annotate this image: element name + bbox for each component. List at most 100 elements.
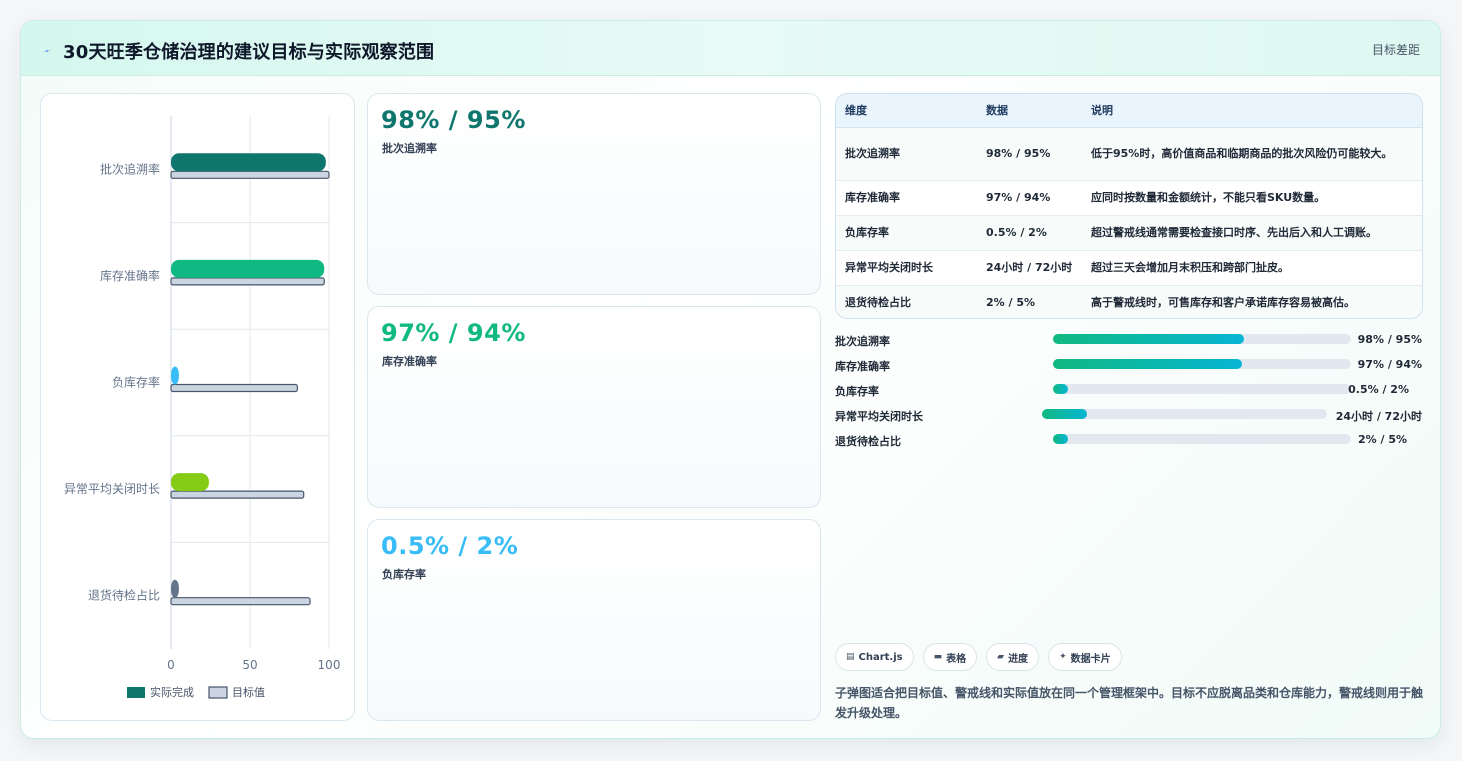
progress-track — [1053, 334, 1351, 344]
table-cell: 应同时按数量和金额统计，不能只看SKU数量。 — [1082, 180, 1422, 216]
kpi-card-trace: 98% / 95% 批次追溯率 — [367, 93, 821, 295]
actual-bar — [171, 473, 209, 492]
y-tick-label: 负库存率 — [112, 375, 160, 390]
pill-label: 数据卡片 — [1070, 653, 1111, 665]
pill-data-card[interactable]: ✦ 数据卡片 — [1048, 643, 1122, 671]
y-tick-label: 异常平均关闭时长 — [64, 482, 160, 496]
table-cell: 低于95%时，高价值商品和临期商品的批次风险仍可能较大。 — [1082, 127, 1422, 181]
table-row: 退货待检占比 2% / 5% 高于警戒线时，可售库存和客户承诺库存容易被高估。 — [836, 285, 1422, 318]
column-header: 说明 — [1082, 94, 1422, 128]
table-cell: 超过三天会增加月末积压和跨部门扯皮。 — [1082, 250, 1422, 286]
target-bar — [170, 597, 311, 606]
table-row: 库存准确率 97% / 94% 应同时按数量和金额统计，不能只看SKU数量。 — [836, 180, 1422, 216]
main-card: 30天旺季仓储治理的建议目标与实际观察范围 目标差距 批次追溯率 库存准确率 负库存… — [20, 20, 1441, 739]
page-title: 30天旺季仓储治理的建议目标与实际观察范围 — [63, 42, 435, 63]
table-cell: 0.5% / 2% — [977, 215, 1082, 251]
progress-row: 负库存率 0.5% / 2% — [835, 379, 1425, 404]
table-cell: 24小时 / 72小时 — [977, 250, 1082, 286]
pill-label: 进度 — [1008, 653, 1029, 665]
table-row: 批次追溯率 98% / 95% 低于95%时，高价值商品和临期商品的批次风险仍可… — [836, 127, 1422, 181]
table-cell: 超过警戒线通常需要检查接口时序、先出后入和人工调账。 — [1082, 215, 1422, 251]
progress-value: 2% / 5% — [1357, 433, 1407, 446]
actual-bar — [171, 153, 326, 172]
title-wrap: 30天旺季仓储治理的建议目标与实际观察范围 — [41, 38, 434, 64]
column-header: 维度 — [836, 94, 977, 128]
progress-row: 批次追溯率 98% / 95% — [835, 329, 1425, 354]
pill-table[interactable]: ▬ 表格 — [922, 643, 978, 671]
table-cell: 库存准确率 — [836, 180, 977, 216]
kpi-value: 98% / 95% — [381, 106, 526, 134]
progress-track — [1053, 434, 1351, 444]
progress-list: 批次追溯率 98% / 95% 库存准确率 97% / 94% 负库存率 0.5… — [835, 329, 1425, 454]
progress-row: 库存准确率 97% / 94% — [835, 354, 1425, 379]
progress-track — [1053, 359, 1351, 369]
progress-row: 异常平均关闭时长 24小时 / 72小时 — [835, 404, 1425, 429]
table-cell: 异常平均关闭时长 — [836, 250, 977, 286]
bullet-chart: 批次追溯率库存准确率负库存率异常平均关闭时长退货待检占比 0 50 100 实际完成 目标… — [64, 116, 341, 699]
kpi-label: 负库存率 — [382, 568, 426, 581]
x-tick-label: 100 — [318, 658, 341, 672]
progress-label: 退货待检占比 — [835, 435, 901, 448]
kpi-card-accuracy: 97% / 94% 库存准确率 — [367, 306, 821, 508]
pill-chartjs[interactable]: ▤ Chart.js — [835, 643, 914, 671]
x-tick-label: 50 — [242, 658, 257, 672]
tag-pills: ▤ Chart.js ▬ 表格 ▰ 进度 ✦ 数据卡片 — [835, 643, 1122, 671]
progress-label: 异常平均关闭时长 — [835, 410, 923, 423]
kpi-card-negative: 0.5% / 2% 负库存率 — [367, 519, 821, 721]
target-bar — [170, 277, 325, 286]
progress-icon: ▰ — [997, 652, 1005, 662]
y-tick-label: 批次追溯率 — [100, 161, 160, 176]
target-gap-link[interactable]: 目标差距 — [1372, 41, 1420, 58]
progress-fill — [1053, 384, 1068, 394]
metrics-table-panel: 维度 数据 说明 批次追溯率 98% / 95% 低于95%时，高价值商品和临期… — [835, 93, 1423, 319]
progress-row: 退货待检占比 2% / 5% — [835, 429, 1425, 454]
kpi-value: 0.5% / 2% — [381, 532, 519, 560]
progress-fill — [1042, 409, 1087, 419]
legend-label-actual: 实际完成 — [150, 685, 194, 699]
table-cell: 2% / 5% — [977, 285, 1082, 318]
column-header: 数据 — [977, 94, 1082, 128]
chart-icon: ▤ — [846, 652, 855, 662]
actual-bar — [171, 579, 179, 598]
bolt-icon — [42, 49, 52, 53]
progress-track — [1053, 384, 1351, 394]
footnote: 子弹图适合把目标值、警戒线和实际值放在同一个管理框架中。目标不应脱离品类和仓库能… — [835, 686, 1424, 720]
card-header: 30天旺季仓储治理的建议目标与实际观察范围 目标差距 — [21, 21, 1440, 76]
table-row: 异常平均关闭时长 24小时 / 72小时 超过三天会增加月末积压和跨部门扯皮。 — [836, 250, 1422, 286]
actual-bar — [171, 259, 325, 278]
progress-fill — [1053, 359, 1243, 369]
progress-value: 0.5% / 2% — [1348, 383, 1409, 396]
legend-label-target: 目标值 — [232, 685, 265, 699]
actual-bar — [171, 366, 179, 385]
pill-progress[interactable]: ▰ 进度 — [986, 643, 1040, 671]
progress-label: 库存准确率 — [835, 360, 890, 373]
table-header-row: 维度 数据 说明 — [836, 94, 1422, 128]
progress-value: 98% / 95% — [1357, 333, 1422, 346]
table-cell: 批次追溯率 — [836, 127, 977, 181]
table-cell: 退货待检占比 — [836, 285, 977, 318]
table-row: 负库存率 0.5% / 2% 超过警戒线通常需要检查接口时序、先出后入和人工调账… — [836, 215, 1422, 251]
metrics-table: 维度 数据 说明 批次追溯率 98% / 95% 低于95%时，高价值商品和临期… — [836, 94, 1422, 318]
target-bar — [170, 383, 299, 393]
y-tick-label: 退货待检占比 — [88, 588, 160, 603]
pill-label: 表格 — [946, 653, 967, 665]
table-cell: 高于警戒线时，可售库存和客户承诺库存容易被高估。 — [1082, 285, 1422, 318]
x-tick-label: 0 — [167, 658, 175, 672]
legend-swatch-actual — [127, 687, 145, 698]
progress-label: 负库存率 — [835, 385, 879, 398]
table-icon: ▬ — [933, 652, 943, 662]
sparkle-icon: ✦ — [1059, 652, 1067, 662]
kpi-label: 库存准确率 — [382, 355, 437, 368]
progress-value: 97% / 94% — [1357, 358, 1422, 371]
progress-label: 批次追溯率 — [835, 335, 890, 348]
target-bar — [170, 170, 330, 179]
table-cell: 97% / 94% — [977, 180, 1082, 216]
progress-fill — [1053, 434, 1068, 444]
progress-fill — [1053, 334, 1244, 344]
legend-swatch-target — [208, 686, 228, 699]
target-bar — [170, 490, 305, 499]
progress-track — [1042, 409, 1327, 419]
bullet-chart-panel: 批次追溯率库存准确率负库存率异常平均关闭时长退货待检占比 0 50 100 实际完成 目标… — [40, 93, 355, 721]
pill-label: Chart.js — [858, 651, 903, 663]
y-tick-label: 库存准确率 — [100, 268, 160, 283]
